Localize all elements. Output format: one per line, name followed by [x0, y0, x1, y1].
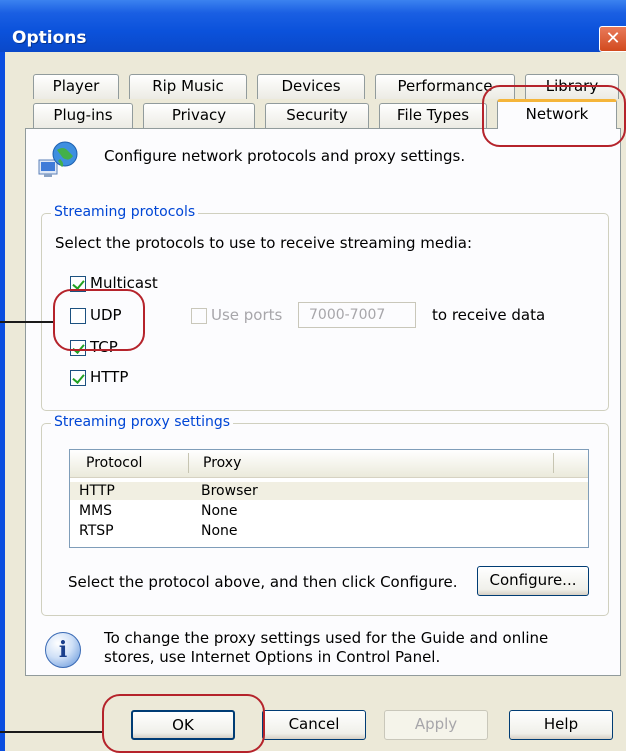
column-divider[interactable]	[188, 453, 189, 473]
use-ports-checkbox[interactable]	[191, 308, 207, 324]
configure-hint: Select the protocol above, and then clic…	[68, 573, 458, 591]
protocols-instruction: Select the protocols to use to receive s…	[55, 234, 473, 252]
window-title: Options	[12, 28, 87, 48]
streaming-protocols-legend: Streaming protocols	[51, 204, 199, 220]
row-proxy: Browser	[201, 483, 258, 499]
proxy-list[interactable]: Protocol Proxy HTTP Browser MMS None RTS…	[69, 449, 589, 548]
row-protocol: MMS	[79, 503, 113, 519]
tab-privacy[interactable]: Privacy	[143, 103, 255, 128]
receive-data-label: to receive data	[432, 306, 546, 324]
use-ports-label[interactable]: Use ports	[211, 306, 282, 324]
row-protocol: RTSP	[79, 523, 114, 539]
column-protocol[interactable]: Protocol	[86, 455, 142, 471]
title-bar[interactable]: Options ✕	[0, 0, 626, 52]
close-icon: ✕	[605, 28, 621, 49]
apply-button[interactable]: Apply	[384, 710, 488, 740]
cancel-button[interactable]: Cancel	[262, 710, 366, 740]
options-dialog: Options ✕ Player Rip Music Devices Perfo…	[0, 0, 626, 753]
tab-security[interactable]: Security	[265, 103, 369, 128]
udp-highlight	[53, 289, 145, 351]
ports-input[interactable]: 7000-7007	[298, 302, 416, 328]
network-tab-highlight	[482, 85, 626, 147]
info-text-line2: stores, use Internet Options in Control …	[104, 648, 441, 666]
tab-devices[interactable]: Devices	[257, 74, 365, 99]
list-item[interactable]: MMS None	[70, 502, 588, 520]
ok-highlight	[102, 694, 265, 753]
list-item[interactable]: RTSP None	[70, 522, 588, 540]
udp-callout-line	[0, 321, 54, 323]
configure-button[interactable]: Configure...	[477, 566, 589, 596]
row-proxy: None	[201, 503, 238, 519]
http-checkbox[interactable]	[70, 370, 86, 386]
header-text: Configure network protocols and proxy se…	[104, 147, 466, 165]
help-button[interactable]: Help	[509, 710, 613, 740]
tab-player[interactable]: Player	[33, 74, 119, 99]
column-divider[interactable]	[553, 453, 554, 473]
info-text-line1: To change the proxy settings used for th…	[104, 629, 549, 647]
close-button[interactable]: ✕	[599, 26, 626, 52]
proxy-list-header: Protocol Proxy	[70, 450, 588, 478]
network-globe-icon	[38, 141, 78, 177]
streaming-proxy-legend: Streaming proxy settings	[51, 414, 234, 430]
http-label[interactable]: HTTP	[90, 368, 128, 386]
tab-file-types[interactable]: File Types	[379, 103, 487, 128]
row-protocol: HTTP	[79, 483, 115, 499]
tab-plug-ins[interactable]: Plug-ins	[33, 103, 133, 128]
list-item[interactable]: HTTP Browser	[70, 482, 588, 500]
info-icon: i	[45, 632, 81, 668]
tab-rip-music[interactable]: Rip Music	[129, 74, 247, 99]
ok-callout-line	[0, 731, 103, 733]
column-proxy[interactable]: Proxy	[203, 455, 241, 471]
row-proxy: None	[201, 523, 238, 539]
